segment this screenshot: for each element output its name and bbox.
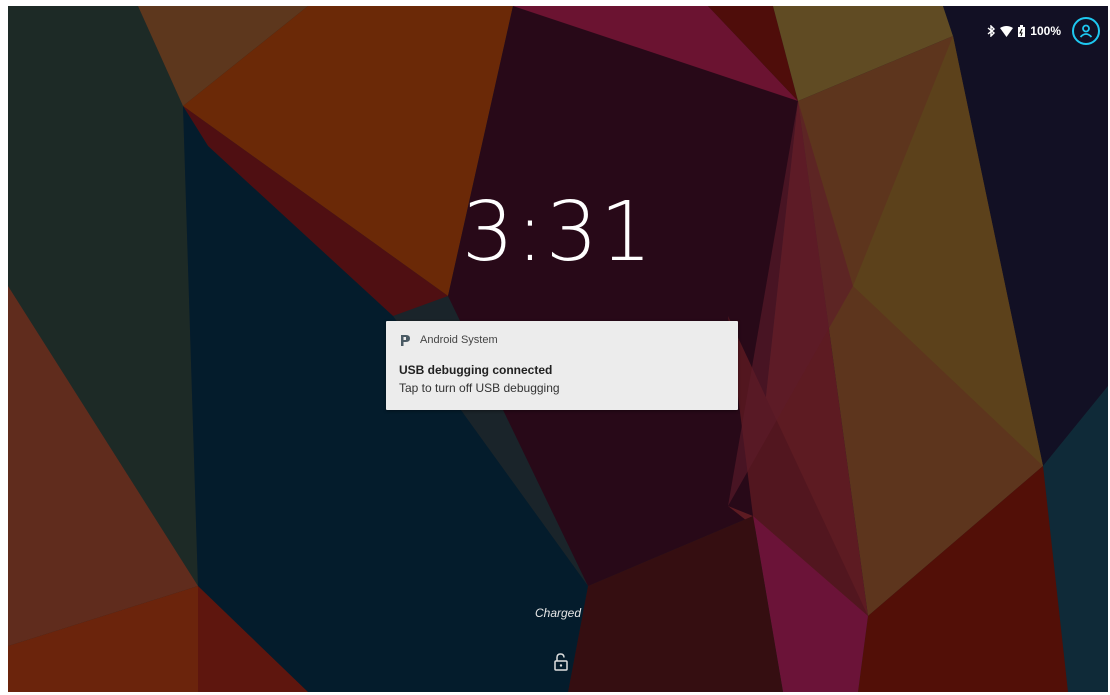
- status-bar: 100%: [987, 16, 1100, 46]
- android-system-icon: [399, 334, 411, 346]
- lock-screen: 100% 3:31 Android System USB debugging c…: [8, 6, 1108, 692]
- bluetooth-icon: [987, 25, 996, 37]
- battery-icon: [1018, 25, 1026, 37]
- charging-status: Charged: [534, 606, 582, 620]
- lock-open-icon[interactable]: [553, 653, 569, 671]
- notification-text: Tap to turn off USB debugging: [399, 381, 560, 395]
- notification-header: Android System: [399, 334, 498, 346]
- notification-title: USB debugging connected: [399, 363, 553, 377]
- lockscreen-clock: 3:31: [461, 185, 655, 280]
- battery-percent: 100%: [1030, 24, 1061, 38]
- notification-app-name: Android System: [420, 334, 498, 346]
- wifi-icon: [1000, 25, 1014, 37]
- notification-card[interactable]: Android System USB debugging connected T…: [386, 321, 738, 410]
- account-icon[interactable]: [1072, 17, 1100, 45]
